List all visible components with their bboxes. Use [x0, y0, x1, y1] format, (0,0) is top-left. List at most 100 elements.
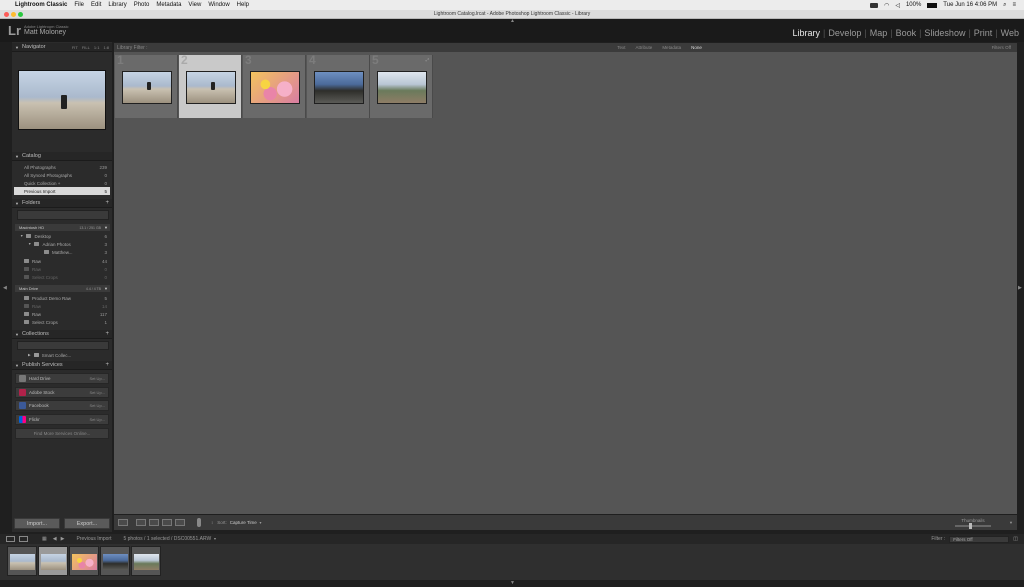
catalog-item[interactable]: Quick Collection + 0 [14, 179, 110, 187]
collapse-left-panel-icon[interactable]: ◀ [3, 285, 7, 291]
filter-tab-metadata[interactable]: Metadata [657, 45, 686, 50]
grid-cell[interactable]: 5 ⤢ [370, 53, 433, 118]
folders-header[interactable]: ▼ Folders + [12, 199, 112, 208]
collection-item[interactable]: ▶ Smart Collec... [14, 351, 110, 359]
folder-item[interactable]: ▼ Adrian Photos 3 [14, 240, 110, 248]
sort-dropdown[interactable]: Capture Time [230, 520, 257, 525]
folder-item[interactable]: Raw 117 [14, 310, 110, 318]
compare-view-icon[interactable] [149, 519, 159, 526]
menu-list-icon[interactable]: ≡ [1012, 2, 1016, 8]
catalog-item[interactable]: All Photographs 239 [14, 163, 110, 171]
menu-window[interactable]: Window [208, 2, 229, 8]
slider-handle[interactable] [969, 523, 973, 529]
folder-item-missing[interactable]: Raw 14 [14, 302, 110, 310]
survey-view-icon[interactable] [162, 519, 172, 526]
menu-library[interactable]: Library [108, 2, 126, 8]
folder-item-missing[interactable]: Raw 0 [14, 265, 110, 273]
folder-item[interactable]: Raw 44 [14, 257, 110, 265]
battery-icon[interactable] [927, 2, 938, 8]
chevron-down-icon[interactable]: ▼ [213, 537, 216, 541]
collection-search-field[interactable] [17, 341, 109, 350]
grid-cell-selected[interactable]: 2 [179, 53, 242, 118]
menu-help[interactable]: Help [237, 2, 249, 8]
export-button[interactable]: Export... [64, 518, 110, 529]
folder-item-missing[interactable]: Select Crops 0 [14, 273, 110, 281]
people-view-icon[interactable] [175, 519, 185, 526]
collapse-top-panel-icon[interactable]: ▲ [510, 18, 515, 24]
collapse-filmstrip-icon[interactable]: ▼ [510, 580, 515, 586]
close-window-button[interactable] [4, 12, 9, 17]
publish-service-flickr[interactable]: Flickr Set Up... [15, 414, 109, 425]
add-folder-icon[interactable]: + [105, 200, 109, 206]
back-arrow-icon[interactable]: ◀ [53, 536, 57, 542]
filmstrip-lock-icon[interactable]: ◫ [1013, 536, 1018, 542]
navigator-header[interactable]: ▼ Navigator FIT FILL 1:1 1:8 [12, 43, 112, 52]
wifi-icon[interactable]: ◠ [884, 2, 889, 9]
zoom-1-1[interactable]: 1:1 [94, 45, 100, 50]
photo-thumbnail[interactable] [377, 71, 427, 104]
service-setup-link[interactable]: Set Up... [89, 403, 105, 408]
filter-tab-none[interactable]: None [686, 45, 707, 50]
service-setup-link[interactable]: Set Up... [89, 417, 105, 422]
photo-thumbnail[interactable] [186, 71, 236, 104]
filmstrip-selection[interactable]: 5 photos / 1 selected / DSC00551.ARW [123, 536, 211, 542]
thumbnail-size-slider[interactable] [955, 523, 992, 529]
status-icon[interactable] [870, 2, 879, 8]
chevron-down-icon[interactable]: ▼ [259, 521, 262, 525]
grid-cell[interactable]: 1 [115, 53, 178, 118]
grid-cell[interactable]: 4 [307, 53, 370, 118]
photo-thumbnail[interactable] [122, 71, 172, 104]
menu-photo[interactable]: Photo [134, 2, 150, 8]
photo-thumbnail[interactable] [314, 71, 364, 104]
primary-display-icon[interactable] [6, 536, 15, 542]
filmstrip-thumb-selected[interactable] [38, 546, 68, 576]
module-book[interactable]: Book [893, 28, 920, 38]
secondary-display-icon[interactable] [19, 536, 28, 542]
filmstrip-thumb[interactable] [7, 546, 37, 576]
add-collection-icon[interactable]: + [105, 331, 109, 337]
menu-view[interactable]: View [188, 2, 201, 8]
filmstrip-source[interactable]: Previous Import [76, 536, 111, 542]
catalog-item[interactable]: All Synced Photographs 0 [14, 171, 110, 179]
loupe-view-icon[interactable] [136, 519, 146, 526]
catalog-item-selected[interactable]: Previous Import 5 [14, 187, 110, 195]
grid-view-icon[interactable] [118, 519, 128, 526]
collections-header[interactable]: ▼ Collections + [12, 330, 112, 339]
module-develop[interactable]: Develop [825, 28, 864, 38]
grid-cell[interactable]: 3 [243, 53, 306, 118]
import-button[interactable]: Import... [14, 518, 60, 529]
filter-tab-text[interactable]: Text [612, 45, 630, 50]
disclosure-icon[interactable]: ▶ [28, 353, 31, 357]
forward-arrow-icon[interactable]: ▶ [61, 536, 65, 542]
search-icon[interactable]: ⌕ [1003, 2, 1006, 9]
menu-metadata[interactable]: Metadata [156, 2, 181, 8]
menubar-datetime[interactable]: Tue Jun 16 4:06 PM [943, 2, 997, 8]
find-more-services-button[interactable]: Find More Services Online... [15, 428, 109, 439]
zoom-window-button[interactable] [18, 12, 23, 17]
collapse-right-panel-icon[interactable]: ▶ [1018, 285, 1022, 291]
folder-item[interactable]: ▼ Desktop 6 [14, 232, 110, 240]
volume-menu-icon[interactable]: ▼ [104, 286, 108, 291]
filter-tab-attribute[interactable]: Attribute [631, 45, 658, 50]
toolbar-menu-icon[interactable]: ▼ [1009, 520, 1013, 525]
module-library[interactable]: Library [789, 28, 823, 38]
catalog-header[interactable]: ▼ Catalog [12, 152, 112, 161]
photo-thumbnail[interactable] [250, 71, 300, 104]
folder-item[interactable]: Select Crops 1 [14, 318, 110, 326]
painter-icon[interactable] [197, 518, 201, 527]
folder-item[interactable]: Product Demo Raw 5 [14, 294, 110, 302]
menu-edit[interactable]: Edit [91, 2, 101, 8]
module-print[interactable]: Print [971, 28, 996, 38]
disclosure-icon[interactable]: ▼ [28, 242, 31, 246]
filmstrip-thumb[interactable] [131, 546, 161, 576]
menu-app-name[interactable]: Lightroom Classic [15, 2, 67, 8]
folder-item[interactable]: Matthew... 3 [14, 248, 110, 256]
module-web[interactable]: Web [998, 28, 1022, 38]
publish-service-hard-drive[interactable]: Hard Drive Set Up... [15, 373, 109, 384]
volume-icon[interactable]: ◁ [895, 2, 900, 9]
filmstrip-thumb[interactable] [69, 546, 99, 576]
volume-menu-icon[interactable]: ▼ [104, 225, 108, 230]
zoom-fill[interactable]: FILL [82, 45, 90, 50]
disclosure-icon[interactable]: ▼ [20, 234, 23, 238]
zoom-fit[interactable]: FIT [72, 45, 78, 50]
